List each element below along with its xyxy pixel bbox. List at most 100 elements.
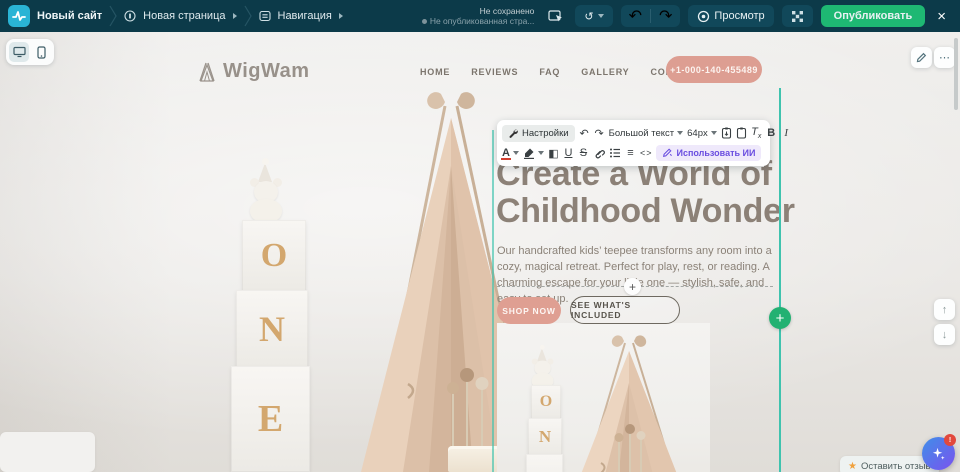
save-status: Не сохранено Не опубликованная стра... xyxy=(422,6,535,26)
close-button[interactable]: × xyxy=(933,5,950,27)
move-block-up-button[interactable]: ↑ xyxy=(934,299,955,320)
code-button[interactable]: <> xyxy=(640,145,653,162)
inspect-frame-button[interactable] xyxy=(544,5,567,27)
add-block-button[interactable]: + xyxy=(624,278,641,295)
chevron-right-icon[interactable] xyxy=(339,13,343,19)
app-logo[interactable] xyxy=(8,5,30,27)
bold-icon: B xyxy=(767,127,775,139)
ai-pen-icon xyxy=(662,148,672,158)
heading-line: Childhood Wonder xyxy=(496,193,795,230)
paste-style-icon xyxy=(736,127,747,139)
paste-style-button[interactable] xyxy=(736,125,747,142)
letter-block: N xyxy=(528,418,562,455)
settings-button[interactable]: Настройки xyxy=(502,125,575,142)
numbered-list-icon xyxy=(609,147,621,159)
photo-foreground-shape xyxy=(0,432,95,472)
chevron-right-icon[interactable] xyxy=(233,13,237,19)
numbered-list-button[interactable] xyxy=(609,145,621,162)
menu-item-gallery[interactable]: GALLERY xyxy=(581,67,629,77)
highlight-color-button[interactable] xyxy=(523,145,544,162)
site-brand[interactable]: WigWam xyxy=(196,60,310,83)
mobile-view-button[interactable] xyxy=(31,42,51,62)
breadcrumb-separator-icon xyxy=(109,5,117,27)
copy-style-button[interactable] xyxy=(721,125,732,142)
whats-included-button[interactable]: SEE WHAT'S INCLUDED xyxy=(570,296,680,324)
text-style-dropdown[interactable]: Большой текст xyxy=(609,128,684,139)
plus-icon: + xyxy=(776,310,785,327)
font-size-value: 64px xyxy=(687,128,708,139)
publish-button[interactable]: Опубликовать xyxy=(821,5,926,27)
text-color-button[interactable]: A xyxy=(502,145,519,162)
page-more-button[interactable]: ⋯ xyxy=(934,47,955,68)
edit-page-button[interactable] xyxy=(911,47,932,68)
invert-colors-button[interactable]: ◧ xyxy=(548,145,559,162)
sparkles-icon xyxy=(931,446,946,461)
app-window: Новый сайт Новая страница Навигация Не с… xyxy=(0,0,960,472)
hero-heading[interactable]: Create a World of Childhood Wonder xyxy=(496,156,795,230)
ai-assistant-button[interactable]: ! xyxy=(922,437,955,470)
undo-button[interactable]: ↶ xyxy=(579,125,590,142)
party-hat-shape xyxy=(537,348,547,361)
italic-button[interactable]: I xyxy=(781,125,792,142)
plus-icon: + xyxy=(629,280,636,294)
preview-button[interactable]: Просмотр xyxy=(688,5,773,27)
status-published-text: Не опубликованная стра... xyxy=(430,16,535,26)
letter-block: O xyxy=(242,220,306,292)
breadcrumb-page[interactable]: Новая страница xyxy=(143,10,225,22)
pulse-icon xyxy=(12,10,26,22)
menu-item-reviews[interactable]: REVIEWS xyxy=(471,67,518,77)
align-button[interactable]: ≡ xyxy=(625,145,636,162)
cake-pop-shape xyxy=(618,441,620,472)
selection-border-right xyxy=(779,88,781,472)
link-button[interactable] xyxy=(593,145,605,162)
redo-button[interactable]: ↷ xyxy=(594,125,605,142)
bold-button[interactable]: B xyxy=(766,125,777,142)
move-block-down-button[interactable]: ↓ xyxy=(934,324,955,345)
top-bar-actions: Не сохранено Не опубликованная стра... ↺… xyxy=(422,5,960,27)
link-icon xyxy=(593,147,605,159)
strikethrough-button[interactable]: S xyxy=(578,145,589,162)
arrow-down-icon: ↓ xyxy=(942,329,948,341)
underline-button[interactable]: U xyxy=(563,145,574,162)
teddy-bear-illustration xyxy=(246,167,290,225)
site-header: WigWam HOME REVIEWS FAQ GALLERY CONTACTS… xyxy=(0,52,960,96)
underline-icon: U xyxy=(564,147,572,159)
breadcrumb-navigation[interactable]: Навигация xyxy=(278,10,332,22)
menu-item-faq[interactable]: FAQ xyxy=(539,67,560,77)
history-button[interactable]: ↺ xyxy=(575,5,612,27)
chevron-down-icon xyxy=(513,151,519,155)
page-icon xyxy=(124,10,136,22)
italic-icon: I xyxy=(784,127,788,139)
brand-name: WigWam xyxy=(223,60,310,83)
text-color-icon: A xyxy=(502,147,510,159)
undo-button[interactable]: ↶ xyxy=(621,5,650,27)
menu-item-home[interactable]: HOME xyxy=(420,67,450,77)
settings-label: Настройки xyxy=(522,128,569,139)
preview-label: Просмотр xyxy=(714,10,764,22)
font-size-dropdown[interactable]: 64px xyxy=(687,128,717,139)
chevron-down-icon xyxy=(538,151,544,155)
letter-block: N xyxy=(236,290,308,368)
wrench-icon xyxy=(508,128,518,138)
add-element-handle[interactable]: + xyxy=(769,307,791,329)
align-icon: ≡ xyxy=(627,147,633,159)
use-ai-label: Использовать ИИ xyxy=(676,148,755,158)
blocks-library-button[interactable] xyxy=(782,5,813,27)
hero-image-block[interactable]: O N E xyxy=(497,323,710,472)
breadcrumb-site[interactable]: Новый сайт xyxy=(37,10,102,22)
status-saved-text: Не сохранено xyxy=(422,6,535,16)
clear-format-button[interactable]: Tx xyxy=(751,125,762,142)
top-bar: Новый сайт Новая страница Навигация Не с… xyxy=(0,0,960,32)
use-ai-button[interactable]: Использовать ИИ xyxy=(656,145,761,161)
chevron-down-icon xyxy=(598,14,604,18)
phone-button[interactable]: +1-000-140-455489 xyxy=(666,56,762,83)
redo-button[interactable]: ↷ xyxy=(651,5,680,27)
star-icon: ★ xyxy=(848,461,857,472)
mobile-icon xyxy=(37,46,46,59)
block-letter: E xyxy=(538,469,550,472)
pompom-shape xyxy=(262,158,269,165)
shop-now-button[interactable]: SHOP NOW xyxy=(497,297,561,324)
history-icon: ↺ xyxy=(584,10,593,23)
desktop-view-button[interactable] xyxy=(9,42,29,62)
scrollbar-thumb[interactable] xyxy=(954,38,958,110)
